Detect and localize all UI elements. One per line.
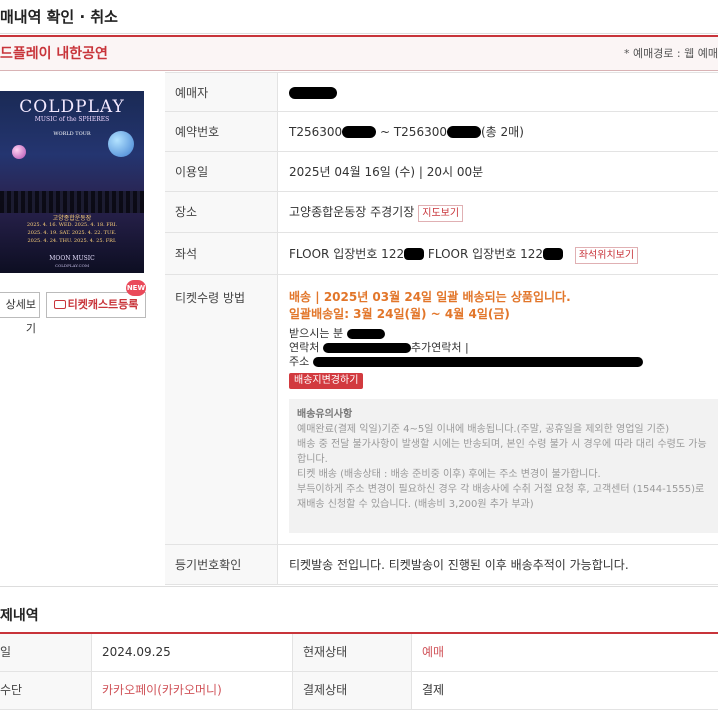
ship-line-1: 배송 | 2025년 03월 24일 일괄 배송되는 상품입니다.: [289, 290, 571, 304]
info-row-place: 장소 고양종합운동장 주경기장 지도보기: [165, 192, 718, 233]
seat-label: 좌석: [165, 233, 278, 274]
redaction-bar: [446, 126, 481, 138]
new-badge: NEW: [126, 280, 146, 296]
booking-no-total: (총 2매): [480, 125, 524, 139]
redaction-bar: [346, 329, 385, 339]
seat-1: FLOOR 입장번호 122: [289, 247, 405, 261]
payment-key: 일: [0, 634, 92, 671]
redaction-bar: [289, 87, 337, 99]
booking-no-label: 예약번호: [165, 112, 278, 151]
payment-title: 제내역: [0, 608, 39, 624]
registered-label: 등기번호확인: [165, 545, 278, 584]
poster-subtitle: MUSIC of the SPHERES: [34, 116, 110, 123]
date-label: 이용일: [165, 152, 278, 191]
payment-row: 일 2024.09.25 현재상태 예매: [0, 634, 718, 672]
redaction-bar: [342, 126, 377, 138]
payment-row: 수단 카카오페이(카카오머니) 결제상태 결제: [0, 672, 718, 710]
booking-route: * 예매경로 : 웹 예매: [623, 47, 718, 60]
contact-line: 연락처 추가연락처 |: [289, 341, 718, 355]
redaction-bar: [312, 357, 643, 367]
seat-2: FLOOR 입장번호 122: [427, 247, 544, 261]
date-value: 2025년 04월 16일 (수) | 20시 00분: [289, 165, 484, 179]
payment-key: 결제상태: [292, 672, 412, 709]
info-row-seat: 좌석 FLOOR 입장번호 122 FLOOR 입장번호 122 좌석위치보기: [165, 233, 718, 275]
ticket-method-label: 티켓수령 방법: [165, 275, 278, 544]
booker-label: 예매자: [165, 73, 278, 111]
page-title: 매내역 확인 · 취소: [0, 0, 718, 34]
payment-status-value: 결제: [422, 683, 445, 697]
shipping-notice: 배송유의사항 예매완료(결제 익일)기준 4~5일 이내에 배송됩니다.(주말,…: [289, 399, 718, 533]
payment-value: 2024.09.25: [102, 645, 171, 659]
payment-method-value: 카카오페이(카카오머니): [102, 683, 222, 697]
redaction-bar: [543, 248, 564, 260]
ticket-icon: [53, 300, 66, 309]
booking-no-part: T256300: [289, 125, 343, 139]
poster-image[interactable]: COLDPLAY MUSIC of the SPHERES WORLD TOUR…: [0, 91, 144, 273]
recipient-line: 받으시는 분: [289, 327, 718, 341]
registered-value: 티켓발송 전입니다. 티켓발송이 진행된 이후 배송추적이 가능합니다.: [289, 558, 629, 572]
seat-map-button[interactable]: 좌석위치보기: [574, 247, 639, 264]
ticket-method-value: 배송 | 2025년 03월 24일 일괄 배송되는 상품입니다. 일괄배송일:…: [279, 275, 718, 544]
payment-key: 현재상태: [292, 634, 412, 671]
poster-headline: COLDPLAY: [19, 97, 125, 117]
redaction-bar: [322, 343, 411, 353]
place-name: 고양종합운동장 주경기장: [289, 205, 415, 219]
info-row-date: 이용일 2025년 04월 16일 (수) | 20시 00분: [165, 152, 718, 192]
recipient-label: 받으시는 분: [289, 327, 344, 340]
planet-shape: [12, 145, 26, 159]
poster-date: 2025. 4. 16. WED. 2025. 4. 18. FRI.: [26, 222, 118, 228]
payment-table: 일 2024.09.25 현재상태 예매 수단 카카오페이(카카오머니) 결제상…: [0, 632, 718, 710]
ticket-cast-button[interactable]: 티켓캐스트등록: [46, 292, 146, 318]
crowd-silhouette: [0, 191, 144, 213]
booking-no-value: T256300 ~ T256300 (총 2매): [279, 112, 718, 152]
payment-key: 수단: [0, 672, 92, 709]
detail-button[interactable]: 상세보기: [0, 292, 40, 335]
redaction-bar: [404, 248, 425, 260]
info-row-ticket-method: 티켓수령 방법 배송 | 2025년 03월 24일 일괄 배송되는 상품입니다…: [165, 275, 718, 545]
notice-title: 배송유의사항: [297, 409, 353, 420]
extra-contact-label: 추가연락처 |: [410, 341, 469, 354]
address-label: 주소: [289, 355, 310, 368]
show-title: 드플레이 내한공연: [0, 46, 108, 62]
status-value: 예매: [422, 645, 445, 659]
address-line: 주소: [289, 355, 718, 369]
ticket-cast-label: 티켓캐스트등록: [67, 298, 139, 311]
change-address-button[interactable]: 배송지변경하기: [289, 373, 364, 389]
contact-label: 연락처: [289, 341, 320, 354]
seat-value: FLOOR 입장번호 122 FLOOR 입장번호 122 좌석위치보기: [279, 233, 718, 275]
notice-line: 티켓 배송 (배송상태 : 배송 준비중 이후) 후에는 주소 변경이 불가합니…: [297, 469, 601, 480]
place-value: 고양종합운동장 주경기장 지도보기: [279, 192, 718, 233]
info-row-booking-no: 예약번호 T256300 ~ T256300 (총 2매): [165, 112, 718, 152]
poster-moon-music: MOON MUSIC: [49, 255, 95, 262]
change-address-wrap: 배송지변경하기: [289, 371, 718, 389]
poster-site: COLDPLAY.COM: [54, 263, 90, 268]
map-button[interactable]: 지도보기: [418, 205, 464, 222]
booker-value: [279, 73, 718, 113]
notice-line: 예매완료(결제 익일)기준 4~5일 이내에 배송됩니다.(주말, 공휴일을 제…: [297, 424, 670, 435]
poster-venue: 고양종합운동장: [52, 215, 92, 222]
ship-line-2: 일괄배송일: 3월 24일(월) ~ 4월 4일(금): [289, 307, 510, 321]
info-row-registered: 등기번호확인 티켓발송 전입니다. 티켓발송이 진행된 이후 배송추적이 가능합…: [165, 545, 718, 585]
poster-date: 2025. 4. 19. SAT. 2025. 4. 22. TUE.: [27, 230, 117, 236]
booking-no-sep: ~ T256300: [379, 125, 447, 139]
notice-line: 배송 중 전달 불가사항이 발생할 시에는 반송되며, 본인 수령 불가 시 경…: [297, 439, 707, 465]
poster-date: 2025. 4. 24. THU. 2025. 4. 25. FRI.: [27, 238, 117, 244]
place-label: 장소: [165, 192, 278, 232]
notice-line: 부득이하게 주소 변경이 필요하신 경우 각 배송사에 수취 거절 요청 후, …: [297, 484, 705, 510]
poster-tour: WORLD TOUR: [53, 131, 91, 137]
info-row-booker: 예매자: [165, 72, 718, 112]
section-divider: [0, 586, 718, 587]
